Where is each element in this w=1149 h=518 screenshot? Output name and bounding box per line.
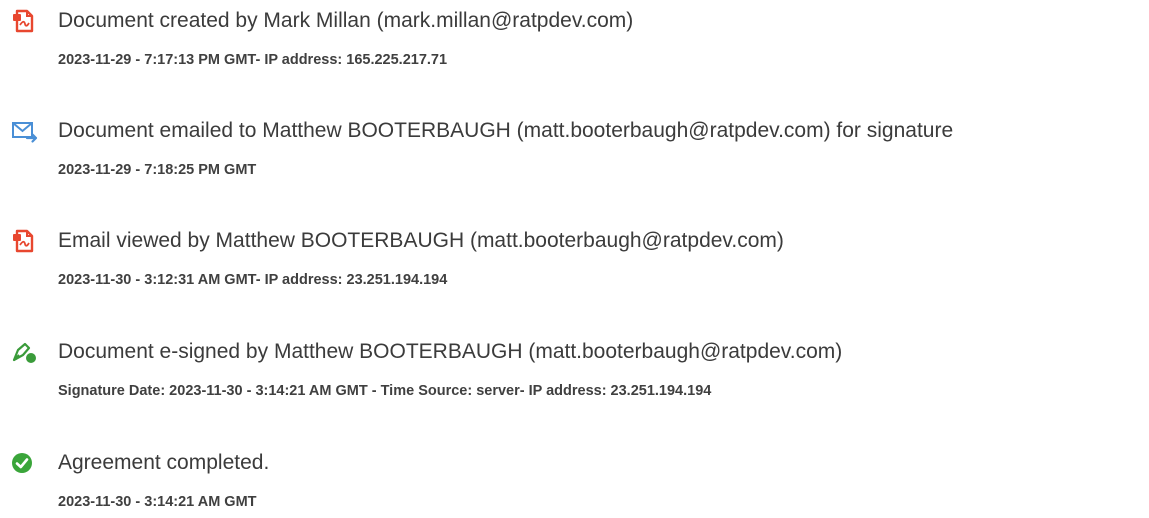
event-title: Email viewed by Matthew BOOTERBAUGH (mat… [58, 229, 784, 252]
event-title: Document emailed to Matthew BOOTERBAUGH … [58, 119, 954, 142]
event-detail: 2023-11-29 - 7:17:13 PM GMT- IP address:… [58, 52, 448, 68]
event-agreement-completed: Agreement completed. 2023-11-30 - 3:14:2… [0, 448, 1149, 518]
event-document-created: Document created by Mark Millan (mark.mi… [0, 6, 1149, 76]
event-document-emailed: Document emailed to Matthew BOOTERBAUGH … [0, 116, 1149, 186]
check-circle-icon [10, 449, 38, 477]
event-detail: 2023-11-29 - 7:18:25 PM GMT [58, 162, 257, 178]
event-detail: Signature Date: 2023-11-30 - 3:14:21 AM … [58, 383, 712, 399]
email-sent-icon [10, 117, 38, 145]
event-title: Agreement completed. [58, 451, 270, 474]
event-title: Document created by Mark Millan (mark.mi… [58, 9, 634, 32]
document-icon [10, 7, 38, 35]
event-detail: 2023-11-30 - 3:12:31 AM GMT- IP address:… [58, 272, 448, 288]
document-icon [10, 227, 38, 255]
event-document-esigned: Document e-signed by Matthew BOOTERBAUGH… [0, 337, 1149, 407]
event-title: Document e-signed by Matthew BOOTERBAUGH… [58, 340, 843, 363]
e-sign-pen-icon [10, 338, 38, 366]
event-detail: 2023-11-30 - 3:14:21 AM GMT [58, 494, 257, 510]
event-email-viewed: Email viewed by Matthew BOOTERBAUGH (mat… [0, 226, 1149, 296]
